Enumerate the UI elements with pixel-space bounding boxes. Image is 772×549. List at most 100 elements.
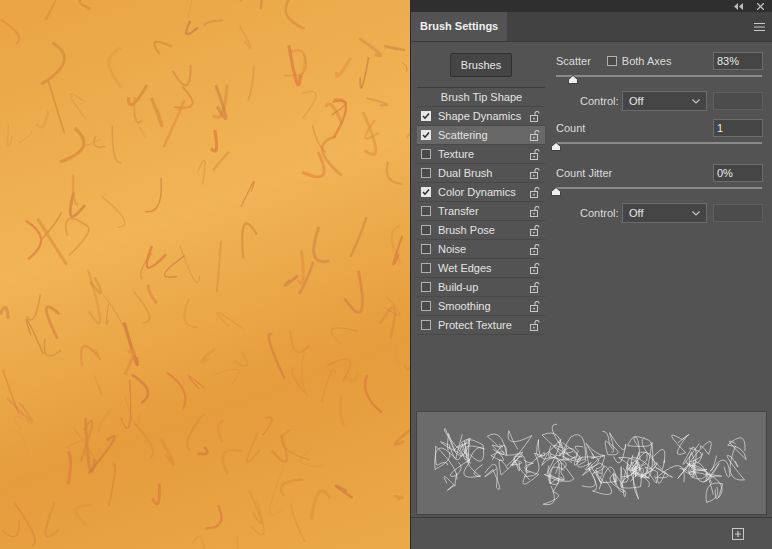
lock-icon[interactable] (530, 282, 542, 293)
control-row: Control: Off (556, 90, 763, 112)
lock-icon[interactable] (530, 244, 542, 255)
options-list: Brush Tip Shape Shape Dynamics Scattering T… (417, 87, 545, 335)
option-row[interactable]: Texture (417, 145, 545, 164)
count-jitter-label: Count Jitter (556, 165, 612, 182)
option-row[interactable]: Scattering (417, 126, 545, 145)
lock-icon[interactable] (530, 301, 542, 312)
both-axes-option[interactable]: Both Axes (607, 53, 672, 70)
option-row[interactable]: Color Dynamics (417, 183, 545, 202)
slider[interactable] (556, 139, 762, 153)
count-label: Count (556, 120, 585, 137)
menu-icon[interactable] (754, 23, 765, 31)
option-row[interactable]: Brush Tip Shape (417, 88, 545, 107)
option-checkbox[interactable] (421, 206, 431, 216)
slider-thumb[interactable] (551, 142, 561, 151)
option-label: Texture (438, 146, 530, 163)
value-text: 1 (717, 120, 723, 137)
lock-icon[interactable] (530, 130, 542, 141)
lock-icon[interactable] (530, 149, 542, 160)
option-row[interactable]: Shape Dynamics (417, 107, 545, 126)
button-label: Brushes (461, 57, 501, 74)
option-label: Dual Brush (438, 165, 530, 182)
option-label: Transfer (438, 203, 530, 220)
both-axes-checkbox[interactable] (607, 56, 617, 66)
slider[interactable] (556, 72, 762, 86)
lock-icon[interactable] (530, 263, 542, 274)
value-field[interactable]: 0% (713, 164, 763, 183)
lock-icon[interactable] (530, 187, 542, 198)
disabled-field (713, 92, 763, 110)
value-text: 83% (717, 53, 739, 70)
close-icon[interactable] (757, 3, 764, 10)
control-dropdown[interactable]: Off (622, 91, 707, 111)
option-checkbox[interactable] (421, 244, 431, 254)
both-axes-label: Both Axes (622, 53, 672, 70)
option-label: Noise (438, 241, 530, 258)
artwork-canvas[interactable] (0, 0, 410, 549)
option-row[interactable]: Smoothing (417, 297, 545, 316)
lock-icon[interactable] (530, 206, 542, 217)
option-label: Color Dynamics (438, 184, 530, 201)
option-checkbox[interactable] (421, 225, 431, 235)
value-field[interactable]: 83% (713, 52, 763, 71)
panel-title: Brush Settings (420, 18, 498, 35)
slider[interactable] (556, 184, 762, 198)
option-row[interactable]: Brush Pose (417, 221, 545, 240)
control-dropdown[interactable]: Off (622, 203, 707, 223)
chevron-down-icon (692, 211, 700, 216)
new-brush-icon[interactable] (732, 528, 744, 540)
option-label: Build-up (438, 279, 530, 296)
brush-settings-panel: Brush Settings Brushes Brush Tip Shape Sha… (410, 0, 772, 549)
collapse-icon[interactable] (734, 3, 743, 10)
panel-top-strip (411, 0, 772, 12)
option-checkbox[interactable] (421, 282, 431, 292)
lock-icon[interactable] (530, 168, 542, 179)
option-label: Shape Dynamics (438, 108, 530, 125)
options-column: Brushes Brush Tip Shape Shape Dynamics Scat… (411, 42, 551, 411)
brushes-button[interactable]: Brushes (450, 53, 512, 77)
option-checkbox[interactable] (421, 320, 431, 330)
option-label: Scattering (438, 127, 530, 144)
setting-row: Count Jitter 0% (556, 163, 763, 183)
option-checkbox[interactable] (421, 301, 431, 311)
value-field[interactable]: 1 (713, 119, 763, 138)
slider-track (556, 75, 762, 77)
value-text: 0% (717, 165, 733, 182)
slider-track (556, 187, 762, 189)
option-row[interactable]: Transfer (417, 202, 545, 221)
option-checkbox[interactable] (421, 168, 431, 178)
tab-row: Brush Settings (411, 12, 772, 42)
slider-track (556, 142, 762, 144)
control-label: Control: (580, 93, 616, 110)
lock-icon[interactable] (530, 225, 542, 236)
option-checkbox[interactable] (421, 111, 431, 121)
panel-body: Brushes Brush Tip Shape Shape Dynamics Scat… (411, 42, 772, 411)
option-row[interactable]: Protect Texture (417, 316, 545, 335)
disabled-field (713, 204, 763, 222)
option-checkbox[interactable] (421, 130, 431, 140)
option-label: Brush Pose (438, 222, 530, 239)
chevron-down-icon (692, 99, 700, 104)
setting-row: Scatter Both Axes 83% (556, 51, 763, 71)
option-label: Smoothing (438, 298, 530, 315)
panel-footer (411, 517, 772, 549)
option-label: Protect Texture (438, 317, 530, 334)
setting-row: Count 1 (556, 118, 763, 138)
scatter-label: Scatter (556, 53, 591, 70)
slider-thumb[interactable] (551, 187, 561, 196)
scattering-settings: ScatterBoth Axes83%Control:OffCount1Coun… (551, 42, 772, 411)
option-checkbox[interactable] (421, 263, 431, 273)
option-checkbox[interactable] (421, 187, 431, 197)
lock-icon[interactable] (530, 320, 542, 331)
control-row: Control:Off (556, 202, 763, 224)
option-row[interactable]: Noise (417, 240, 545, 259)
option-checkbox[interactable] (421, 149, 431, 159)
option-row[interactable]: Build-up (417, 278, 545, 297)
panel-tab[interactable]: Brush Settings (411, 12, 507, 41)
brush-stroke-preview (416, 411, 767, 515)
option-row[interactable]: Dual Brush (417, 164, 545, 183)
slider-thumb[interactable] (568, 75, 578, 84)
lock-icon[interactable] (530, 111, 542, 122)
option-label: Brush Tip Shape (421, 89, 542, 106)
option-row[interactable]: Wet Edges (417, 259, 545, 278)
